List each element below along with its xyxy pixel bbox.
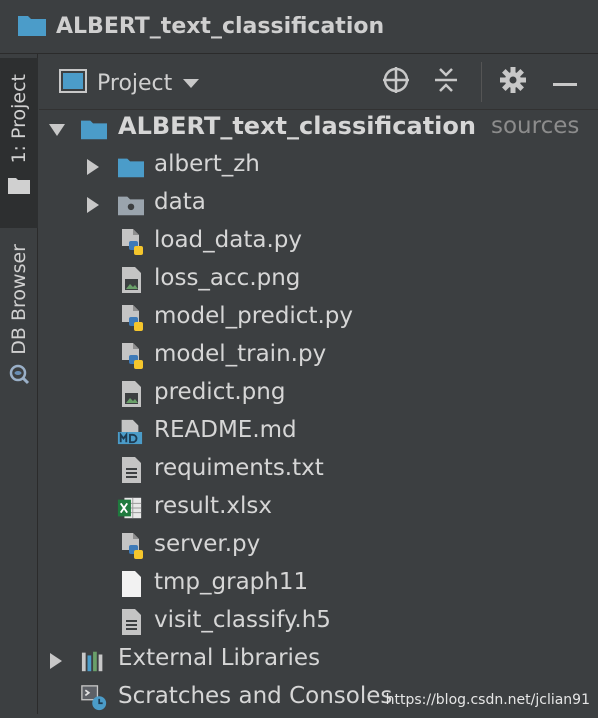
db-browser-tool-tab[interactable]: DB Browser [0, 244, 38, 404]
project-toolbar: Project [39, 54, 598, 110]
python-file-icon [119, 533, 145, 559]
chevron-down-icon [182, 74, 200, 93]
tree-item-label: albert_zh [154, 151, 260, 177]
db-browser-tab-label: DB Browser [8, 244, 30, 355]
tree-item-label: model_train.py [154, 341, 327, 367]
collapsed-arrow-icon[interactable] [86, 159, 100, 175]
minimize-icon [553, 73, 577, 92]
tree-item-model-predict[interactable]: model_predict.py [39, 300, 598, 338]
tree-item-label: load_data.py [154, 227, 302, 253]
plain-file-icon [119, 571, 145, 597]
watermark-text: https://blog.csdn.net/jclian91 [385, 692, 590, 708]
tree-item-load-data[interactable]: load_data.py [39, 224, 598, 262]
tree-item-label: server.py [154, 531, 261, 557]
settings-button[interactable] [497, 66, 529, 98]
external-libraries-label: External Libraries [118, 645, 321, 671]
tree-item-label: predict.png [154, 379, 286, 405]
expanded-arrow-icon[interactable] [49, 122, 65, 138]
tree-item-label: loss_acc.png [154, 265, 301, 291]
collapsed-arrow-icon[interactable] [86, 197, 100, 213]
window-icon [59, 69, 87, 97]
text-file-icon [119, 457, 145, 483]
toolbar-separator [481, 62, 482, 102]
tree-item-label: model_predict.py [154, 303, 353, 329]
tree-item-model-train[interactable]: model_train.py [39, 338, 598, 376]
tool-window-stripe: 1: Project DB Browser [0, 54, 38, 714]
folder-icon [81, 116, 107, 142]
tree-item-label: README.md [154, 417, 297, 443]
window-title: ALBERT_text_classification [56, 14, 385, 39]
python-file-icon [119, 305, 145, 331]
root-suffix: sources [491, 113, 580, 139]
tree-item-label: tmp_graph11 [154, 569, 309, 595]
project-panel: Project ALBERT_text_classification sourc… [39, 54, 598, 714]
tree-item-readme[interactable]: README.md [39, 414, 598, 452]
python-file-icon [119, 229, 145, 255]
tree-root[interactable]: ALBERT_text_classification sources [39, 110, 598, 148]
root-label: ALBERT_text_classification [118, 112, 476, 140]
gear-icon [499, 66, 527, 98]
image-file-icon [119, 267, 145, 293]
tree-item-visit-classify[interactable]: visit_classify.h5 [39, 604, 598, 642]
tree-item-result-xlsx[interactable]: result.xlsx [39, 490, 598, 528]
view-selector[interactable]: Project [59, 68, 200, 98]
project-tool-tab[interactable]: 1: Project [0, 58, 38, 228]
library-icon [81, 648, 107, 674]
tree-item-requiments[interactable]: requiments.txt [39, 452, 598, 490]
tree-item-label: result.xlsx [154, 493, 272, 519]
python-file-icon [119, 343, 145, 369]
db-browser-icon [8, 363, 30, 389]
collapsed-arrow-icon[interactable] [49, 653, 63, 669]
tree-item-label: visit_classify.h5 [154, 607, 331, 633]
view-selector-label: Project [97, 70, 173, 96]
tree-item-albert-zh[interactable]: albert_zh [39, 148, 598, 186]
locate-file-button[interactable] [380, 66, 412, 98]
hide-panel-button[interactable] [549, 66, 581, 98]
excel-file-icon [117, 495, 143, 521]
tree-item-predict-png[interactable]: predict.png [39, 376, 598, 414]
collapse-all-button[interactable] [430, 66, 462, 98]
tree-external-libraries[interactable]: External Libraries [39, 642, 598, 680]
tree-item-server[interactable]: server.py [39, 528, 598, 566]
markdown-file-icon [117, 419, 143, 445]
text-file-icon [119, 609, 145, 635]
tree-item-tmp-graph[interactable]: tmp_graph11 [39, 566, 598, 604]
folder-icon [8, 176, 30, 198]
image-file-icon [119, 381, 145, 407]
tree-item-loss-acc[interactable]: loss_acc.png [39, 262, 598, 300]
scratches-icon [81, 685, 107, 711]
project-tab-label: 1: Project [8, 74, 30, 164]
tree-item-data[interactable]: data [39, 186, 598, 224]
scratches-label: Scratches and Consoles [118, 683, 393, 709]
folder-dot-icon [118, 192, 144, 218]
folder-icon [18, 14, 46, 40]
tree-item-label: requiments.txt [154, 455, 324, 481]
window-title-bar: ALBERT_text_classification [0, 0, 598, 54]
crosshair-icon [382, 66, 410, 98]
folder-icon [118, 154, 144, 180]
tree-item-label: data [154, 189, 206, 215]
collapse-icon [433, 66, 459, 98]
